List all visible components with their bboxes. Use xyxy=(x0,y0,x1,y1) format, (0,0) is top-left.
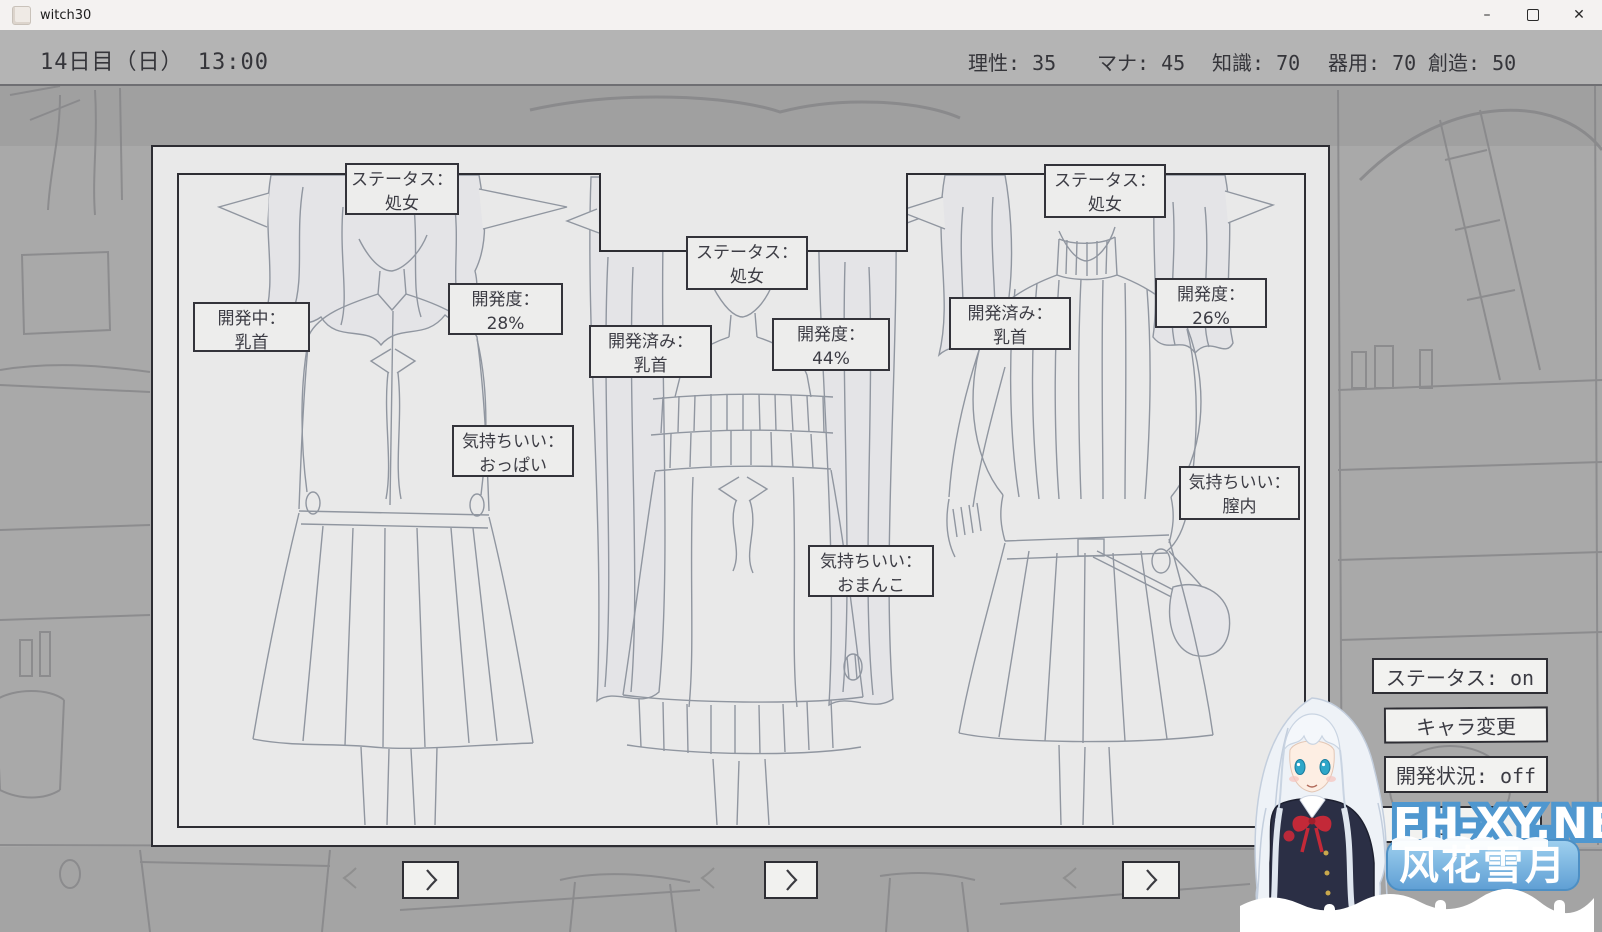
prev-character-arrow-1[interactable] xyxy=(340,864,360,892)
stat-dexterity: 器用: 70 xyxy=(1328,47,1416,76)
feel-label: 気持ちいい： xyxy=(810,550,932,574)
dev-state-box-char1: 開発中： 乳首 xyxy=(193,302,310,352)
dev-progress-label: 開発度： xyxy=(450,288,561,312)
dev-progress-label: 開発度： xyxy=(1157,283,1265,307)
dev-progress-value: 44% xyxy=(774,347,888,371)
maximize-icon xyxy=(1527,9,1539,21)
chevron-right-icon xyxy=(423,867,439,893)
dev-state-label: 開発中： xyxy=(195,307,308,331)
prev-character-arrow-3[interactable] xyxy=(1060,864,1080,892)
dev-progress-value: 28% xyxy=(450,312,561,336)
app-icon xyxy=(12,6,31,25)
dev-state-value: 乳首 xyxy=(195,331,308,355)
feel-value: おまんこ xyxy=(810,574,932,598)
chevron-right-icon xyxy=(1143,867,1159,893)
close-button[interactable]: ✕ xyxy=(1556,0,1602,30)
feel-box-char1: 気持ちいい： おっぱい xyxy=(452,425,574,477)
next-character-button-2[interactable] xyxy=(764,861,818,899)
game-window: witch30 – ✕ 14日目（日） 13:00 理性: 35 マナ: 45 … xyxy=(0,0,1602,932)
dev-progress-box-char2: 開発度： 44% xyxy=(772,318,890,371)
game-datetime: 14日目（日） 13:00 xyxy=(40,44,269,76)
dev-state-label: 開発済み： xyxy=(951,302,1069,326)
prev-character-arrow-2[interactable] xyxy=(698,864,718,892)
watermark-girl xyxy=(1252,698,1392,932)
status-box-char1: ステータス： 処女 xyxy=(345,163,459,215)
feel-label: 気持ちいい： xyxy=(454,430,572,454)
dev-progress-box-char3: 開発度： 26% xyxy=(1155,278,1267,328)
title-bar: witch30 – ✕ xyxy=(0,0,1602,30)
dev-state-box-char3: 開発済み： 乳首 xyxy=(949,297,1071,350)
dev-state-box-char2: 開発済み： 乳首 xyxy=(589,325,712,378)
feel-label: 気持ちいい： xyxy=(1181,471,1298,495)
stat-creation: 創造: 50 xyxy=(1428,47,1516,76)
feel-value: 膣内 xyxy=(1181,495,1298,519)
stat-mana: マナ: 45 xyxy=(1097,47,1185,76)
feel-value: おっぱい xyxy=(454,454,572,478)
chevron-right-icon xyxy=(783,867,799,893)
dev-state-label: 開発済み： xyxy=(591,330,710,354)
feel-box-char2: 気持ちいい： おまんこ xyxy=(808,545,934,597)
watermark: FH-XY.NET 风花雪月 xyxy=(1232,688,1602,932)
status-value: 処女 xyxy=(347,192,457,216)
next-character-button-3[interactable] xyxy=(1122,861,1180,899)
maximize-button[interactable] xyxy=(1510,0,1556,30)
status-label: ステータス： xyxy=(347,168,457,192)
status-value: 処女 xyxy=(688,265,806,289)
dev-progress-label: 開発度： xyxy=(774,323,888,347)
dev-state-value: 乳首 xyxy=(591,354,710,378)
status-value: 処女 xyxy=(1046,193,1164,217)
stat-reason: 理性: 35 xyxy=(968,47,1056,76)
feel-box-char3: 気持ちいい： 膣内 xyxy=(1179,466,1300,520)
dev-progress-value: 26% xyxy=(1157,307,1265,331)
dev-state-value: 乳首 xyxy=(951,326,1069,350)
status-bar: 14日目（日） 13:00 理性: 35 マナ: 45 知識: 70 器用: 7… xyxy=(0,30,1602,86)
status-label: ステータス： xyxy=(1046,169,1164,193)
window-title: witch30 xyxy=(40,8,91,23)
next-character-button-1[interactable] xyxy=(402,861,459,899)
status-toggle-label: ステータス: on xyxy=(1386,662,1534,691)
stat-knowledge: 知識: 70 xyxy=(1212,47,1300,76)
status-box-char2: ステータス： 処女 xyxy=(686,236,808,290)
status-box-char3: ステータス： 処女 xyxy=(1044,164,1166,218)
status-label: ステータス： xyxy=(688,241,806,265)
dev-progress-box-char1: 開発度： 28% xyxy=(448,283,563,335)
minimize-button[interactable]: – xyxy=(1464,0,1510,30)
